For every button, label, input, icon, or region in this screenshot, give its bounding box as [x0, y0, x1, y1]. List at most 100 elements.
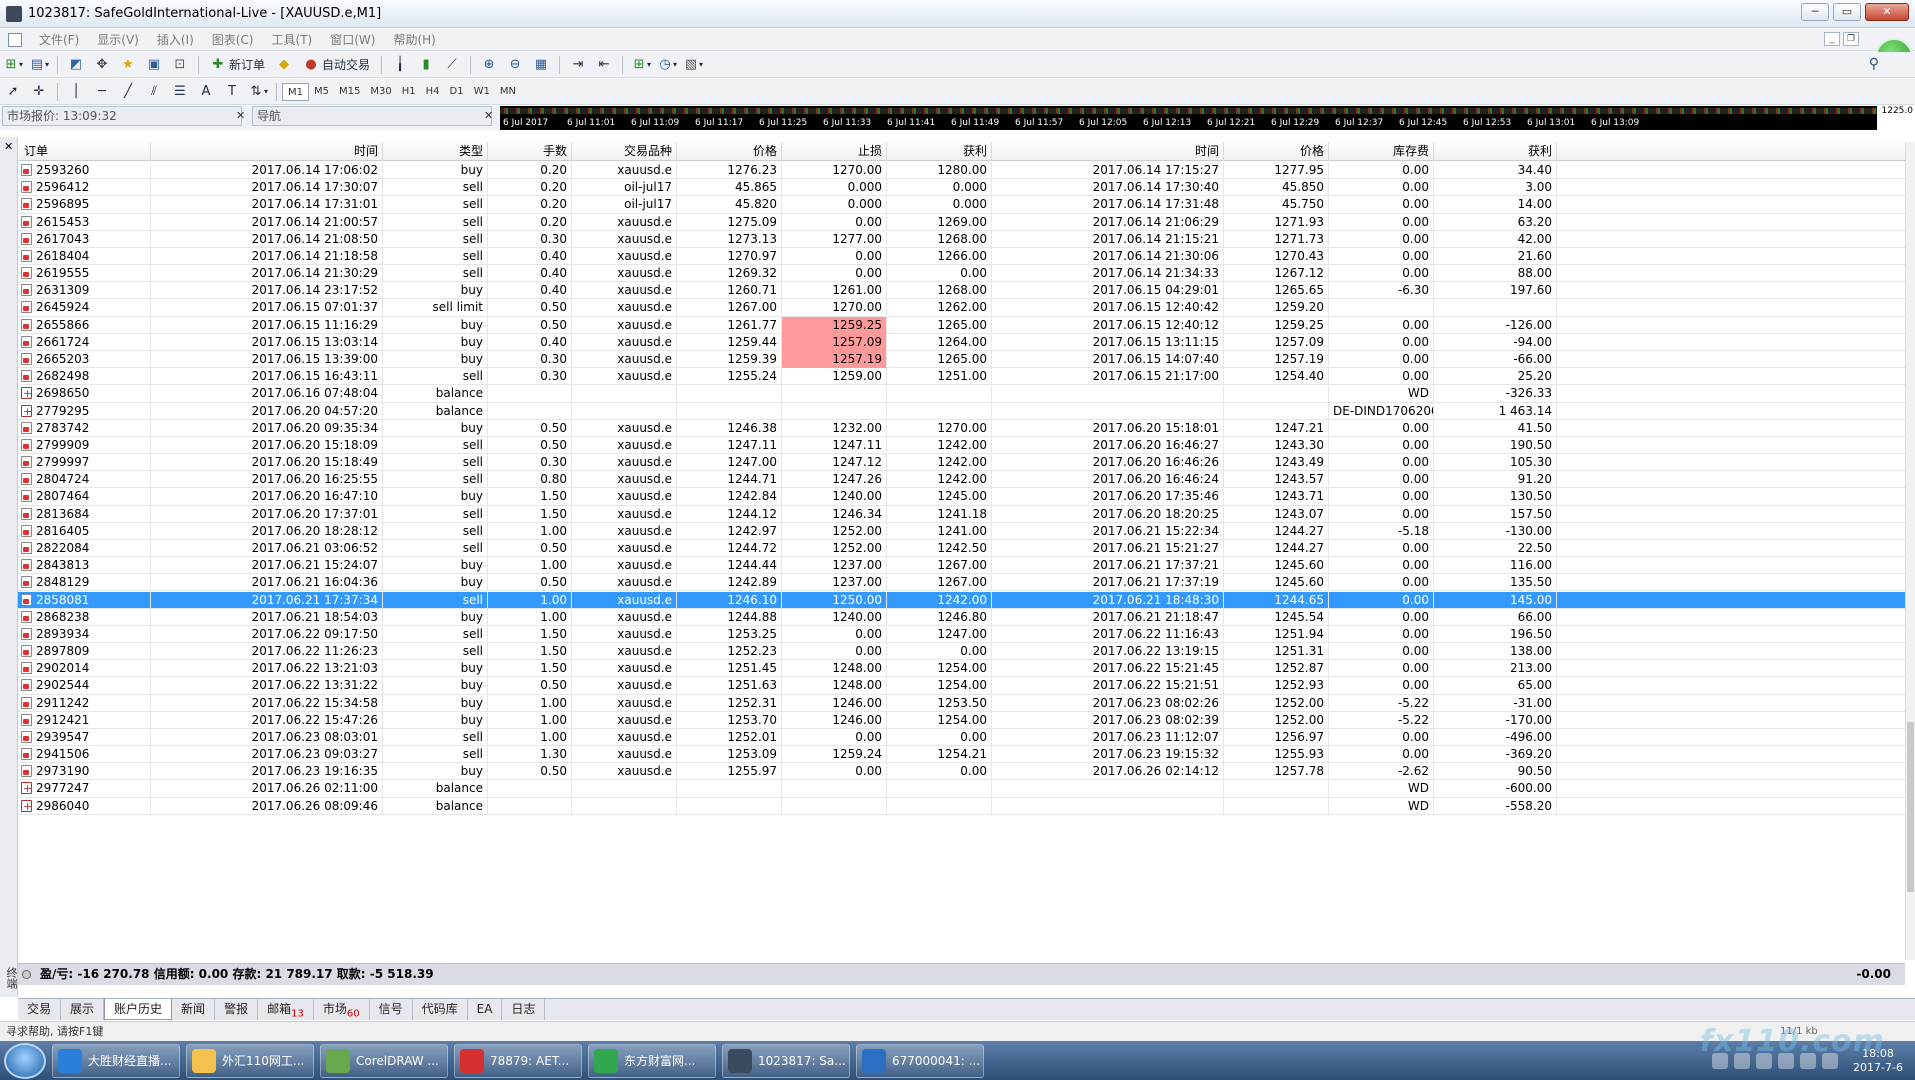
cursor-icon[interactable]: ➚ [2, 82, 24, 102]
header-col-lots[interactable]: 手数 [488, 142, 572, 161]
table-row[interactable]: 2973190 2017.06.23 19:16:35 buy 0.50 xauusd.… [18, 763, 1905, 781]
menu-file[interactable]: 文件(F) [30, 31, 88, 48]
metaeditor-icon[interactable]: ◆ [273, 55, 295, 75]
text-label-icon[interactable]: T [221, 82, 243, 102]
tab-exposure[interactable]: 展示 [61, 999, 105, 1020]
market-watch-close-icon[interactable]: ✕ [236, 109, 245, 122]
table-row[interactable]: 2619555 2017.06.14 21:30:29 sell 0.40 xauusd… [18, 265, 1905, 283]
trendline-icon[interactable]: ╱ [117, 82, 139, 102]
vertical-scrollbar[interactable] [1905, 142, 1915, 960]
scrollbar-thumb[interactable] [1907, 722, 1914, 892]
menu-charts[interactable]: 图表(C) [203, 31, 263, 48]
table-row[interactable]: 2911242 2017.06.22 15:34:58 buy 1.00 xauusd.… [18, 694, 1905, 712]
tab-journal[interactable]: 日志 [502, 999, 546, 1020]
table-row[interactable]: 2645924 2017.06.15 07:01:37 sell limit 0.50… [18, 299, 1905, 317]
maximize-button[interactable]: ▭ [1833, 3, 1861, 21]
timeframe-h1[interactable]: H1 [397, 83, 421, 101]
candlestick-icon[interactable]: ▮ [415, 55, 437, 75]
menu-tools[interactable]: 工具(T) [263, 31, 322, 48]
line-chart-icon[interactable]: ⟋ [441, 55, 463, 75]
tab-alerts[interactable]: 警报 [215, 999, 259, 1020]
close-button[interactable]: ✕ [1865, 3, 1909, 21]
terminal-close-icon[interactable]: ✕ [4, 140, 13, 153]
table-row[interactable]: 2977247 2017.06.26 02:11:00balance WD-600.… [18, 780, 1905, 798]
profiles-icon[interactable]: ▤ ▾ [28, 55, 50, 75]
start-button[interactable] [4, 1042, 46, 1079]
tile-windows-icon[interactable]: ▦ [530, 55, 552, 75]
timeframe-m1[interactable]: M1 [282, 82, 309, 101]
table-row[interactable]: 2822084 2017.06.21 03:06:52 sell 0.50 xauusd… [18, 539, 1905, 558]
timeframe-mn[interactable]: MN [495, 83, 521, 101]
header-col-close-price[interactable]: 价格 [1224, 142, 1329, 161]
crosshair-icon[interactable]: ✛ [28, 82, 50, 102]
table-row[interactable]: 2631309 2017.06.14 23:17:52 buy 0.40 xauusd.… [18, 282, 1905, 300]
table-row[interactable]: 2779295 2017.06.20 04:57:20balance DE-DIND… [18, 402, 1905, 420]
tab-signals[interactable]: 信号 [370, 999, 413, 1020]
table-row[interactable]: 2655866 2017.06.15 11:16:29 buy 0.50 xauusd.… [18, 316, 1905, 334]
table-row[interactable]: 2858081 2017.06.21 17:37:34 sell 1.00 xauusd… [18, 591, 1905, 609]
auto-scroll-icon[interactable]: ⇤ [593, 55, 615, 75]
timeframe-m15[interactable]: M15 [334, 83, 365, 101]
table-row[interactable]: 2596412 2017.06.14 17:30:07 sell 0.20 oil-ju… [18, 179, 1905, 197]
timeframe-m5[interactable]: M5 [309, 83, 334, 101]
taskbar-item[interactable]: 外汇110网工... [186, 1043, 314, 1078]
text-icon[interactable]: A [195, 82, 217, 102]
table-row[interactable]: 2939547 2017.06.23 08:03:01 sell 1.00 xauusd… [18, 728, 1905, 747]
table-row[interactable]: 2698650 2017.06.16 07:48:04balance WD-326.… [18, 385, 1905, 403]
menu-window[interactable]: 窗口(W) [321, 31, 384, 48]
zoom-in-icon[interactable]: ⊕ [478, 55, 500, 75]
table-row[interactable]: 2665203 2017.06.15 13:39:00 buy 0.30 xauusd.… [18, 350, 1905, 369]
market-watch-icon[interactable]: ◩ [65, 55, 87, 75]
table-row[interactable]: 2618404 2017.06.14 21:18:58 sell 0.40 xauusd… [18, 247, 1905, 266]
strategy-tester-icon[interactable]: ⊡ [169, 55, 191, 75]
auto-trading-button[interactable]: ● 自动交易 [299, 55, 374, 75]
price-chart[interactable]: 6 Jul 2017 6 Jul 11:01 6 Jul 11:09 6 Jul 11… [500, 106, 1915, 130]
chart-shift-icon[interactable]: ⇥ [567, 55, 589, 75]
horizontal-line-icon[interactable]: ─ [91, 82, 113, 102]
mdi-minimize-button[interactable]: _ [1824, 32, 1840, 46]
tab-experts[interactable]: EA [468, 999, 503, 1020]
timeframe-m30[interactable]: M30 [365, 83, 396, 101]
table-row[interactable]: 2912421 2017.06.22 15:47:26 buy 1.00 xauusd.… [18, 711, 1905, 729]
table-row[interactable]: 2941506 2017.06.23 09:03:27 sell 1.30 xauusd… [18, 746, 1905, 764]
table-row[interactable]: 2986040 2017.06.26 08:09:46balance WD-558.… [18, 797, 1905, 815]
taskbar-item[interactable]: CorelDRAW ... [320, 1043, 448, 1078]
header-col-close-time[interactable]: 时间 [992, 142, 1224, 161]
header-col-open-time[interactable]: 时间 [151, 142, 383, 161]
header-col-swap[interactable]: 库存费 [1329, 142, 1434, 161]
table-row[interactable]: 2661724 2017.06.15 13:03:14 buy 0.40 xauusd.… [18, 333, 1905, 351]
navigator-icon[interactable]: ★ [117, 55, 139, 75]
new-chart-icon[interactable]: ⊞ ▾ [2, 55, 24, 75]
table-row[interactable]: 2783742 2017.06.20 09:35:34 buy 0.50 xauusd.… [18, 419, 1905, 437]
market-watch-panel-tab[interactable]: 市场报价: 13:09:32 [2, 106, 242, 126]
tab-code-base[interactable]: 代码库 [413, 999, 468, 1020]
table-row[interactable]: 2816405 2017.06.20 18:28:12 sell 1.00 xauusd… [18, 522, 1905, 540]
menu-insert[interactable]: 插入(I) [148, 31, 203, 48]
table-row[interactable]: 2807464 2017.06.20 16:47:10 buy 1.50 xauusd.… [18, 488, 1905, 506]
header-col-type[interactable]: 类型 [383, 142, 488, 161]
header-col-profit[interactable]: 获利 [1434, 142, 1557, 161]
tab-news[interactable]: 新闻 [172, 999, 216, 1020]
terminal-icon[interactable]: ▣ [143, 55, 165, 75]
taskbar-item[interactable]: 677000041: ... [856, 1043, 984, 1078]
navigator-close-icon[interactable]: ✕ [484, 109, 493, 122]
templates-icon[interactable]: ▧ ▾ [682, 55, 704, 75]
search-icon[interactable]: ⚲ [1869, 56, 1879, 72]
channel-icon[interactable]: ⫽ [143, 82, 165, 102]
timeframe-h4[interactable]: H4 [421, 83, 445, 101]
timeframe-w1[interactable]: W1 [469, 83, 495, 101]
mdi-restore-button[interactable]: ❐ [1843, 32, 1859, 46]
table-row[interactable]: 2799997 2017.06.20 15:18:49 sell 0.30 xauusd… [18, 454, 1905, 472]
table-row[interactable]: 2596895 2017.06.14 17:31:01 sell 0.20 oil-ju… [18, 196, 1905, 214]
header-col-open-price[interactable]: 价格 [677, 142, 782, 161]
table-row[interactable]: 2843813 2017.06.21 15:24:07 buy 1.00 xauusd.… [18, 557, 1905, 575]
fibonacci-icon[interactable]: ☰ [169, 82, 191, 102]
tab-market[interactable]: 市场60 [314, 999, 370, 1020]
timeframe-d1[interactable]: D1 [445, 83, 469, 101]
vertical-line-icon[interactable]: │ [65, 82, 87, 102]
header-col-take-profit[interactable]: 获利 [887, 142, 992, 161]
table-row[interactable]: 2593260 2017.06.14 17:06:02 buy 0.20 xauusd.… [18, 162, 1905, 180]
table-row[interactable]: 2615453 2017.06.14 21:00:57 sell 0.20 xauusd… [18, 213, 1905, 231]
header-col-order[interactable]: 订单 [18, 142, 151, 161]
minimize-button[interactable]: ─ [1801, 3, 1829, 21]
